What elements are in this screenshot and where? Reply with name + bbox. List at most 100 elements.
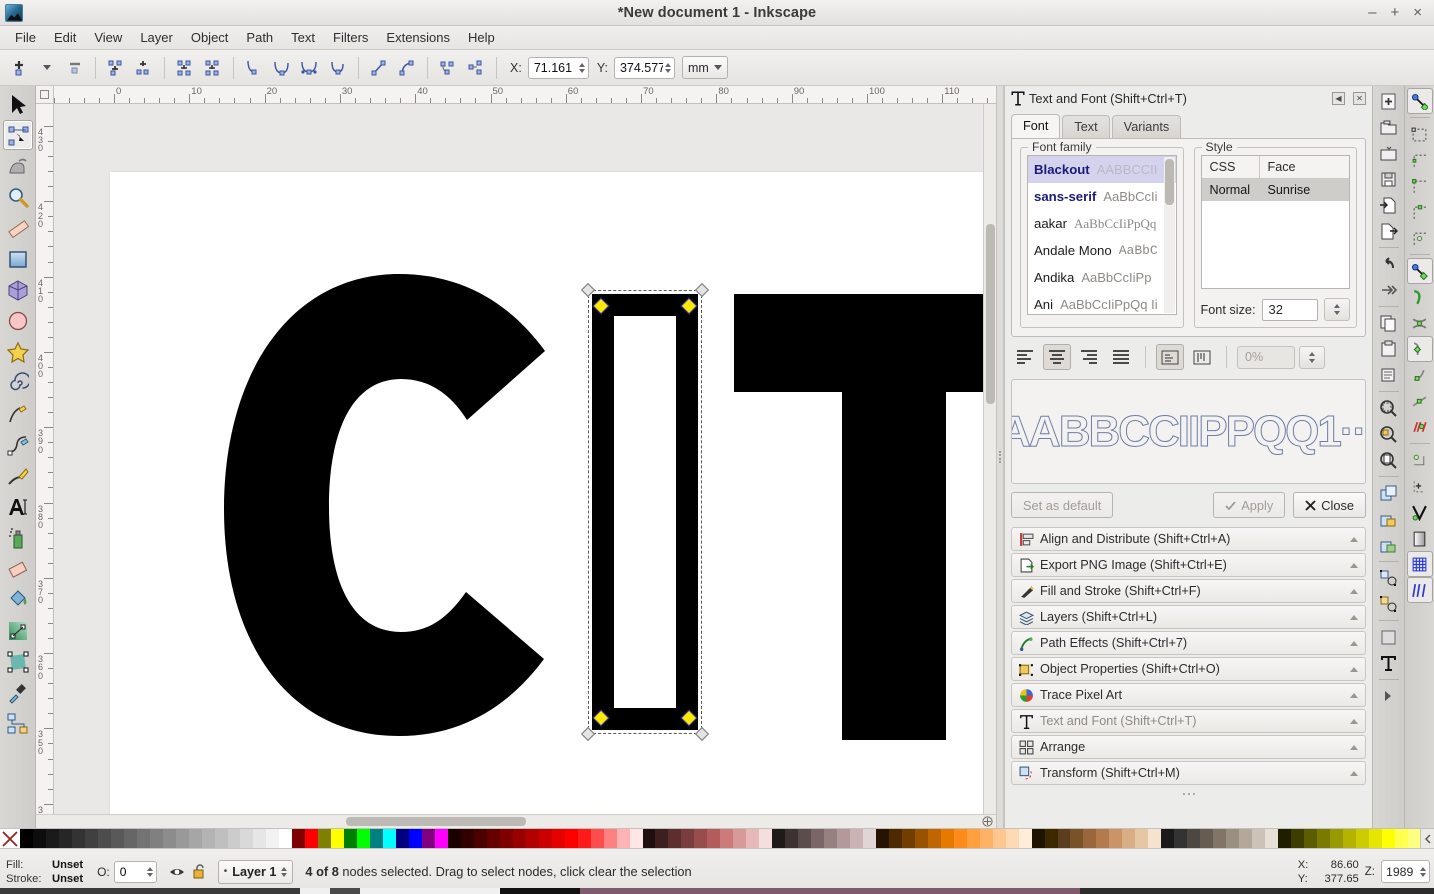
palette-swatch[interactable] (1329, 829, 1343, 849)
palette-swatch[interactable] (538, 829, 552, 849)
menu-item-file[interactable]: File (6, 28, 45, 47)
palette-swatch[interactable] (201, 829, 215, 849)
font-list-scrollbar[interactable] (1163, 157, 1175, 313)
palette-swatch[interactable] (1135, 829, 1149, 849)
paint-bucket-tool[interactable] (3, 585, 33, 615)
fill-stroke-dialog-button[interactable] (1376, 624, 1402, 650)
palette-swatch[interactable] (875, 829, 889, 849)
palette-swatch[interactable] (409, 829, 423, 849)
palette-swatch[interactable] (71, 829, 85, 849)
font-family-item[interactable]: Andale Mono AaBbC (1028, 237, 1176, 264)
snap-cusp-node-toggle[interactable] (1406, 336, 1433, 362)
copy-button[interactable] (1376, 310, 1402, 336)
palette-swatch[interactable] (837, 829, 850, 849)
palette-swatch[interactable] (681, 829, 695, 849)
tab-text[interactable]: Text (1062, 115, 1110, 138)
palette-swatch[interactable] (97, 829, 111, 849)
horizontal-scroll-thumb[interactable] (346, 817, 526, 826)
palette-swatch[interactable] (460, 829, 474, 849)
palette-swatch[interactable] (188, 829, 202, 849)
y-coord-spinner[interactable] (613, 56, 675, 79)
palette-swatch[interactable] (84, 829, 98, 849)
calligraphy-tool[interactable] (3, 461, 33, 491)
palette-swatch[interactable] (551, 829, 565, 849)
lower-to-bottom-button[interactable] (1376, 532, 1402, 558)
zoom-tool[interactable] (3, 182, 33, 212)
group-button[interactable] (1376, 565, 1402, 591)
zoom-control[interactable]: 1989 (1381, 860, 1430, 883)
redo-button[interactable] (1376, 277, 1402, 303)
palette-swatch[interactable] (512, 829, 526, 849)
palette-swatch[interactable] (720, 829, 734, 849)
palette-swatch[interactable] (499, 829, 513, 849)
snap-bbox-midpoint-toggle[interactable] (1407, 199, 1433, 225)
palette-swatch[interactable] (1252, 829, 1265, 849)
maximize-button[interactable]: + (1390, 5, 1399, 20)
palette-swatch[interactable] (1122, 829, 1136, 849)
panel-toggle-trace-pixel-art[interactable]: Trace Pixel Art (1011, 683, 1366, 707)
gradient-tool[interactable] (3, 616, 33, 646)
palette-swatch[interactable] (798, 829, 812, 849)
more-commands-button[interactable] (1376, 683, 1402, 709)
snap-nodes-paths-toggle[interactable] (1406, 258, 1433, 284)
palette-swatch[interactable] (396, 829, 410, 849)
palette-swatch[interactable] (331, 829, 345, 849)
palette-swatch[interactable] (1096, 829, 1110, 849)
font-family-item[interactable]: sans-serif AaBbCcIi (1028, 183, 1176, 210)
palette-swatch[interactable] (772, 829, 786, 849)
lock-object-button[interactable] (1376, 506, 1402, 532)
snap-midpoint-toggle[interactable] (1407, 388, 1433, 414)
x-coord-input[interactable] (528, 58, 577, 77)
palette-swatch[interactable] (629, 829, 643, 849)
snap-others-toggle[interactable] (1407, 414, 1433, 440)
opacity-input[interactable] (114, 862, 147, 881)
box3d-tool[interactable] (3, 275, 33, 305)
panel-toggle-align-distribute[interactable]: Align and Distribute (Shift+Ctrl+A) (1011, 527, 1366, 551)
palette-swatch[interactable] (940, 829, 954, 849)
snap-page-border-toggle[interactable] (1407, 525, 1433, 551)
rectangle-tool[interactable] (3, 244, 33, 274)
palette-swatch[interactable] (58, 829, 72, 849)
zoom-selection-button[interactable] (1376, 395, 1402, 421)
palette-swatch[interactable] (1057, 829, 1071, 849)
close-button[interactable]: × (1413, 5, 1422, 20)
raise-to-top-button[interactable] (1376, 480, 1402, 506)
snap-bbox-corner-toggle[interactable] (1407, 173, 1433, 199)
palette-swatch[interactable] (1265, 829, 1278, 849)
make-smooth-icon[interactable] (269, 55, 295, 81)
open-document-button[interactable] (1376, 114, 1402, 140)
palette-swatch[interactable] (953, 829, 967, 849)
insert-node-icon[interactable] (6, 55, 32, 81)
menu-item-filters[interactable]: Filters (324, 28, 377, 47)
palette-swatch[interactable] (1290, 829, 1304, 849)
star-tool[interactable] (3, 337, 33, 367)
palette-swatch[interactable] (655, 829, 669, 849)
palette-swatch[interactable] (344, 829, 358, 849)
make-auto-icon[interactable] (325, 55, 351, 81)
horizontal-text-icon[interactable] (1156, 344, 1184, 370)
palette-swatch[interactable] (1226, 829, 1240, 849)
connector-tool[interactable] (3, 709, 33, 739)
palette-swatch[interactable] (1161, 829, 1175, 849)
line-segment-icon[interactable] (366, 55, 392, 81)
palette-swatch[interactable] (1148, 829, 1162, 849)
snap-bbox-center-toggle[interactable] (1407, 225, 1433, 251)
menu-item-view[interactable]: View (85, 28, 131, 47)
letter-t-shape[interactable] (734, 294, 983, 740)
palette-swatch[interactable] (370, 829, 384, 849)
vertical-text-icon[interactable] (1188, 344, 1216, 370)
palette-swatch[interactable] (979, 829, 993, 849)
palette-swatch[interactable] (862, 829, 876, 849)
palette-swatch[interactable] (305, 829, 319, 849)
panel-toggle-transform[interactable]: Transform (Shift+Ctrl+M) (1011, 761, 1366, 785)
ruler-corner[interactable] (36, 86, 54, 104)
dropper-tool[interactable] (3, 678, 33, 708)
palette-swatch[interactable] (20, 829, 33, 849)
menu-item-edit[interactable]: Edit (45, 28, 85, 47)
palette-swatch[interactable] (914, 829, 928, 849)
drawing-canvas[interactable] (54, 104, 983, 814)
palette-swatch[interactable] (32, 829, 46, 849)
text-tool[interactable] (3, 492, 33, 522)
palette-swatch[interactable] (1018, 829, 1032, 849)
spiral-tool[interactable] (3, 368, 33, 398)
